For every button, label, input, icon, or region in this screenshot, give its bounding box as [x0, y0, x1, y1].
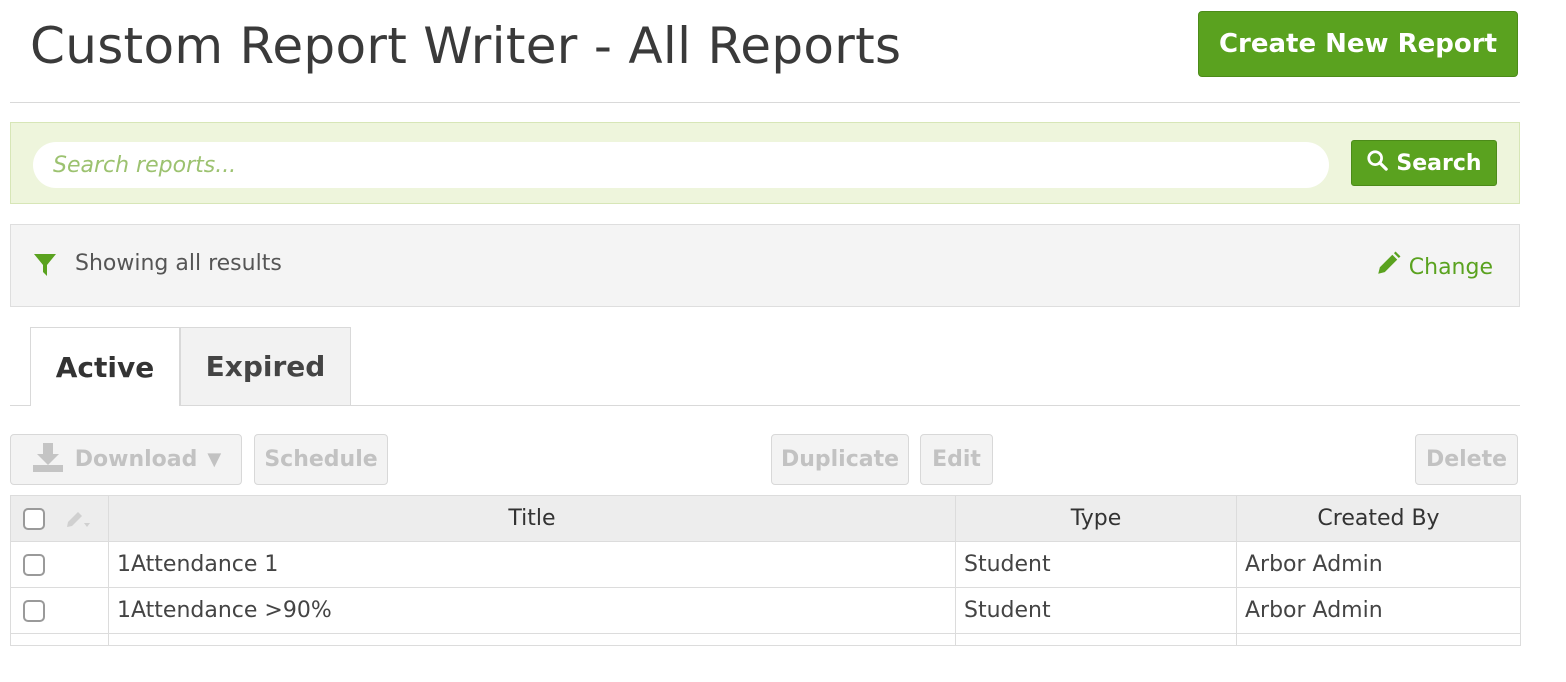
- report-title-cell[interactable]: 1Attendance >90%: [108, 587, 956, 634]
- search-icon: [1366, 149, 1389, 177]
- row-select-cell: [10, 633, 109, 646]
- search-bar: Search: [10, 122, 1520, 204]
- table-row[interactable]: 1Attendance >90% Student Arbor Admin: [10, 587, 1521, 634]
- download-label: Download: [74, 447, 198, 472]
- download-button[interactable]: Download ▼: [10, 434, 242, 485]
- page-title: Custom Report Writer - All Reports: [30, 17, 902, 75]
- table-header-row: Title Type Created By: [10, 495, 1521, 542]
- row-checkbox[interactable]: [23, 600, 45, 622]
- search-button-label: Search: [1396, 150, 1482, 176]
- create-new-report-button[interactable]: Create New Report: [1198, 11, 1518, 77]
- pencil-icon: [1375, 251, 1401, 283]
- download-icon: [31, 441, 65, 479]
- column-header-type[interactable]: Type: [955, 495, 1237, 542]
- change-filter-link[interactable]: Change: [1375, 251, 1493, 283]
- report-type-cell: Student: [955, 541, 1237, 588]
- report-created-by-cell: Arbor Admin: [1236, 541, 1521, 588]
- search-button[interactable]: Search: [1351, 140, 1497, 186]
- delete-button[interactable]: Delete: [1415, 434, 1518, 485]
- caret-down-icon: ▼: [207, 449, 222, 470]
- select-all-checkbox[interactable]: [23, 508, 45, 530]
- search-input[interactable]: [33, 142, 1329, 188]
- tab-active[interactable]: Active: [30, 327, 180, 406]
- column-header-title[interactable]: Title: [108, 495, 956, 542]
- pencil-dropdown-icon[interactable]: [64, 507, 94, 531]
- reports-table: Title Type Created By 1Attendance 1 Stud…: [10, 495, 1521, 646]
- filter-summary-bar: Showing all results Change: [10, 224, 1520, 307]
- duplicate-button[interactable]: Duplicate: [771, 434, 909, 485]
- page-header: Custom Report Writer - All Reports Creat…: [10, 0, 1520, 103]
- row-select-cell: [10, 541, 109, 588]
- filter-icon: [34, 254, 56, 276]
- report-created-by-cell: [1236, 633, 1521, 646]
- report-tabs: Active Expired: [10, 327, 1520, 406]
- tab-expired[interactable]: Expired: [180, 327, 351, 405]
- select-all-cell: [10, 495, 109, 542]
- edit-button[interactable]: Edit: [920, 434, 993, 485]
- table-row: [10, 633, 1521, 646]
- table-row[interactable]: 1Attendance 1 Student Arbor Admin: [10, 541, 1521, 588]
- change-filter-label: Change: [1408, 254, 1493, 280]
- report-created-by-cell: Arbor Admin: [1236, 587, 1521, 634]
- report-type-cell: [955, 633, 1237, 646]
- row-select-cell: [10, 587, 109, 634]
- report-type-cell: Student: [955, 587, 1237, 634]
- column-header-created-by[interactable]: Created By: [1236, 495, 1521, 542]
- row-checkbox[interactable]: [23, 554, 45, 576]
- filter-status-text: Showing all results: [75, 251, 282, 276]
- report-title-cell: [108, 633, 956, 646]
- schedule-button[interactable]: Schedule: [254, 434, 388, 485]
- report-title-cell[interactable]: 1Attendance 1: [108, 541, 956, 588]
